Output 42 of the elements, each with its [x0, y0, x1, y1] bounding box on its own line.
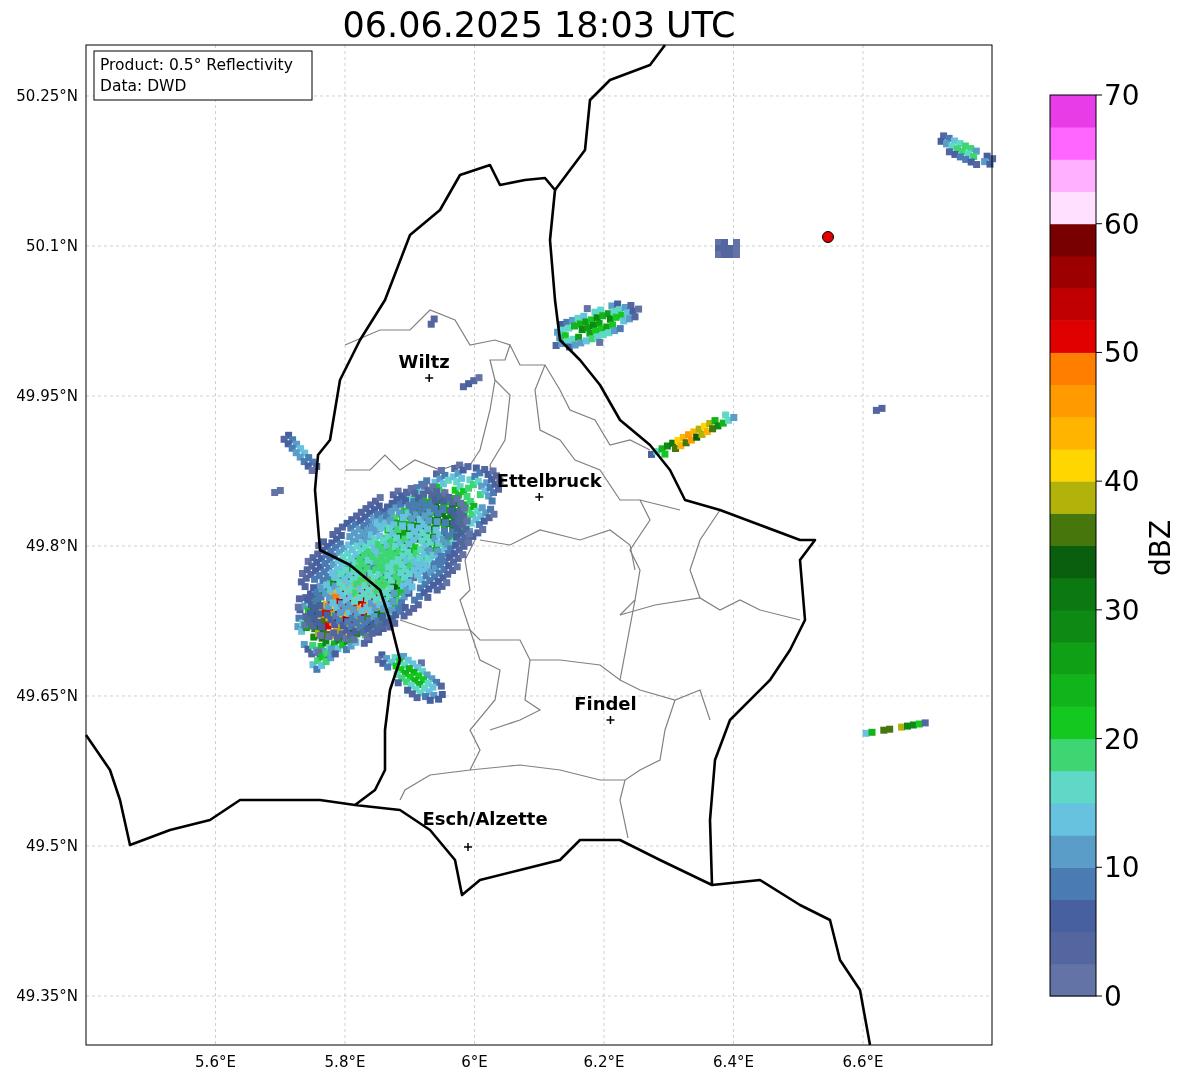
info-text: Data: DWD [100, 77, 187, 95]
latitude-label: 49.35°N [16, 987, 78, 1005]
latitude-label: 49.8°N [25, 537, 78, 555]
radar-echo [427, 315, 438, 328]
colorbar-tick-label: 40 [1104, 465, 1140, 499]
longitude-label: 6.4°E [713, 1053, 754, 1071]
city-marker-icon [534, 492, 544, 502]
radar-echo [715, 239, 740, 258]
radar-echo [459, 374, 483, 391]
city-marker-icon [463, 842, 473, 852]
latitude-label: 49.65°N [16, 687, 78, 705]
radar-site-marker [822, 231, 834, 243]
longitude-label: 6°E [461, 1053, 488, 1071]
longitude-label: 6.2°E [583, 1053, 625, 1071]
longitude-label: 5.6°E [195, 1053, 236, 1071]
city-marker-icon [424, 373, 434, 383]
radar-echo [271, 487, 284, 496]
city-label: Wiltz [398, 351, 450, 372]
chart-title: 06.06.2025 18:03 UTC [342, 5, 736, 45]
radar-echo [862, 719, 929, 737]
longitude-label: 6.6°E [842, 1053, 884, 1071]
city-label: Esch/Alzette [422, 808, 548, 829]
colorbar-tick-label: 60 [1104, 207, 1140, 241]
latitude-label: 50.1°N [25, 237, 78, 255]
city-marker-icon [605, 715, 616, 725]
radar-echo [280, 431, 321, 474]
colorbar-tick-label: 0 [1104, 980, 1122, 1013]
colorbar-tick-label: 50 [1104, 336, 1140, 370]
latitude-label: 49.95°N [16, 387, 78, 405]
longitude-label: 5.8°E [324, 1053, 366, 1071]
city-label: Findel [574, 693, 637, 714]
colorbar-tick-label: 20 [1104, 722, 1140, 756]
latitude-label: 50.25°N [16, 87, 78, 105]
city-label: Ettelbruck [496, 470, 602, 491]
radar-echo [872, 404, 886, 414]
colorbar-tick-label: 10 [1104, 851, 1140, 885]
colorbar-tick-label: 30 [1104, 593, 1140, 627]
colorbar-label: dBZ [1144, 519, 1177, 577]
info-text: Product: 0.5° Reflectivity [100, 56, 293, 74]
colorbar-tick-label: 70 [1104, 79, 1140, 112]
latitude-label: 49.5°N [25, 837, 78, 855]
radar-echo [937, 132, 997, 168]
